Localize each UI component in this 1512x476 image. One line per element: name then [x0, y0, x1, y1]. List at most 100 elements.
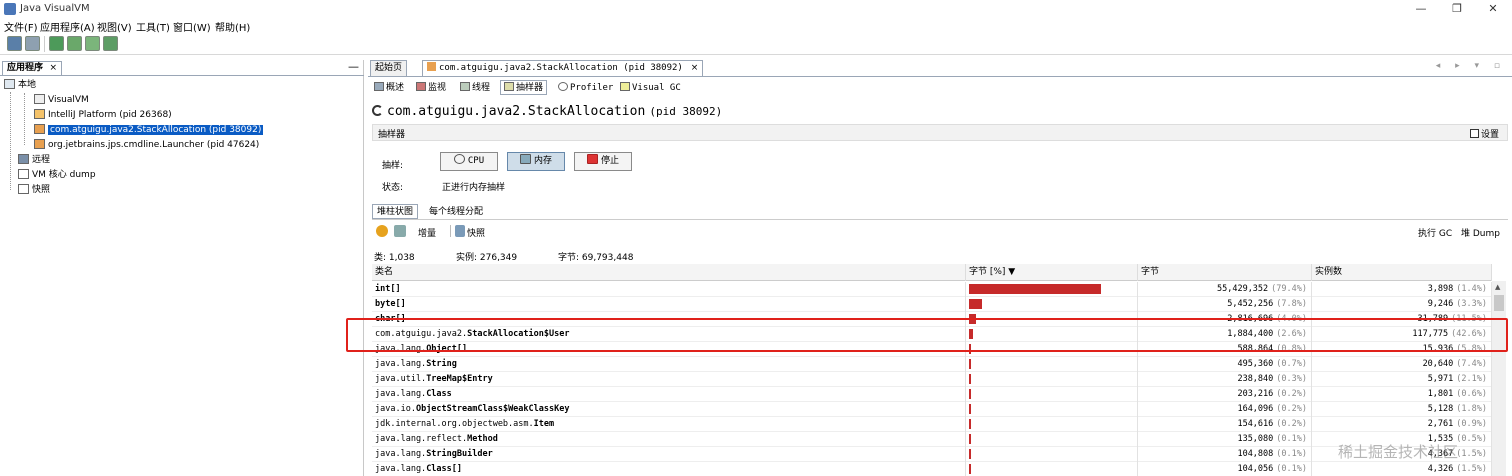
settings-checkbox[interactable]: 设置: [1469, 127, 1499, 140]
bytes-value: 164,096: [1237, 404, 1274, 414]
perform-gc-button[interactable]: 执行 GC: [1418, 226, 1452, 239]
instances-cell: 1,801 (0.6%): [1312, 387, 1492, 402]
overview-icon: [374, 82, 384, 91]
view-tabs-underline: [372, 219, 1508, 220]
menu-window[interactable]: 窗口(W): [173, 19, 211, 34]
visualvm-app-icon: [4, 3, 16, 15]
bytes-count: 字节: 69,793,448: [558, 253, 634, 263]
bytes-percent-value: (7.8%): [1276, 299, 1307, 309]
sampler-section-label: 抽样器: [378, 130, 406, 140]
table-row[interactable]: java.lang.String 495,360 (0.7%) 20,640 (7.4%…: [372, 357, 1492, 372]
java-app-icon: [34, 94, 45, 104]
snapshot-icon[interactable]: [455, 225, 465, 237]
table-row[interactable]: java.lang.reflect.Method 135,080 (0.1%) 1,5…: [372, 432, 1492, 447]
instances-count: 实例: 276,349: [456, 253, 518, 263]
minimize-button[interactable]: —: [1406, 1, 1436, 17]
tree-guide-line: [24, 93, 25, 145]
bytes-percent-bar-cell: [966, 402, 1138, 417]
bytes-percent-value: (0.2%): [1276, 389, 1307, 399]
instances-cell: 5,128 (1.8%): [1312, 402, 1492, 417]
bytes-percent-bar-cell: [966, 462, 1138, 476]
applications-tab[interactable]: 应用程序 ×: [2, 61, 62, 75]
table-row[interactable]: java.lang.Class 203,216 (0.2%) 1,801 (0.6%): [372, 387, 1492, 402]
delta-toggle[interactable]: 增量: [418, 226, 436, 239]
table-row[interactable]: java.lang.Class[] 104,056 (0.1%) 4,326 (1.5%…: [372, 462, 1492, 476]
tab-navigation-arrows[interactable]: ◂ ▸ ▾ ▫: [1436, 61, 1506, 71]
menu-tools[interactable]: 工具(T): [136, 19, 170, 34]
table-row[interactable]: java.lang.StringBuilder 104,808 (0.1%) 4,36…: [372, 447, 1492, 462]
tree-item-vm-coredump[interactable]: VM 核心 dump: [18, 168, 96, 182]
column-class-name[interactable]: 类名: [372, 264, 966, 281]
close-tab-icon[interactable]: ×: [691, 63, 699, 73]
restore-button[interactable]: ❐: [1442, 1, 1472, 17]
tree-item-stackallocation[interactable]: com.atguigu.java2.StackAllocation (pid 3…: [34, 123, 264, 137]
refresh-icon[interactable]: [394, 225, 406, 237]
stop-icon: [586, 154, 598, 164]
classes-count: 类: 1,038: [374, 253, 415, 263]
load-snapshot-icon[interactable]: [7, 36, 22, 51]
class-name-cell: java.lang.Class: [372, 387, 966, 402]
tab-heap-histogram[interactable]: 堆柱状图: [372, 204, 419, 219]
bytes-cell: 104,056 (0.1%): [1138, 462, 1312, 476]
tab-overview[interactable]: 概述: [370, 80, 408, 95]
cpu-sample-button[interactable]: CPU: [440, 152, 498, 171]
close-tab-icon[interactable]: ×: [49, 62, 57, 74]
tab-sampler[interactable]: 抽样器: [500, 80, 548, 95]
table-header: 类名 字节 [%] ▼ 字节 实例数: [372, 264, 1492, 281]
tab-visual-gc[interactable]: Visual GC: [616, 80, 685, 95]
bytes-percent-value: (0.1%): [1276, 434, 1307, 444]
close-window-button[interactable]: ✕: [1478, 1, 1508, 17]
column-bytes[interactable]: 字节: [1138, 264, 1312, 281]
tab-per-thread-allocations[interactable]: 每个线程分配: [424, 204, 488, 219]
tree-item-intellij[interactable]: IntelliJ Platform (pid 26368): [34, 108, 172, 122]
add-coredump-icon[interactable]: [85, 36, 100, 51]
memory-sample-button[interactable]: 内存: [507, 152, 565, 171]
tree-item-snapshots[interactable]: 快照: [18, 183, 50, 197]
table-scrollbar[interactable]: ▲: [1492, 281, 1506, 476]
column-instances[interactable]: 实例数: [1312, 264, 1492, 281]
instances-percent-value: (7.4%): [1456, 359, 1487, 369]
add-remote-host-icon[interactable]: [67, 36, 82, 51]
scrollbar-thumb[interactable]: [1494, 295, 1504, 311]
snapshot-icon: [18, 184, 29, 194]
tab-profiler[interactable]: Profiler: [554, 80, 617, 95]
column-bytes-percent[interactable]: 字节 [%] ▼: [966, 264, 1138, 281]
add-jmx-connection-icon[interactable]: [49, 36, 64, 51]
tab-start-page[interactable]: 起始页: [370, 60, 408, 76]
menu-file[interactable]: 文件(F): [4, 19, 38, 34]
menu-view[interactable]: 视图(V): [97, 19, 132, 34]
instances-percent-value: (2.1%): [1456, 374, 1487, 384]
menu-application[interactable]: 应用程序(A): [40, 19, 95, 34]
table-row[interactable]: jdk.internal.org.objectweb.asm.Item 154,6…: [372, 417, 1492, 432]
bytes-percent-bar-cell: [966, 447, 1138, 462]
bytes-percent-bar-cell: [966, 372, 1138, 387]
tab-monitor[interactable]: 监视: [412, 80, 450, 95]
tab-stackallocation-process[interactable]: com.atguigu.java2.StackAllocation (pid 3…: [422, 60, 704, 76]
tab-threads[interactable]: 线程: [456, 80, 494, 95]
tree-item-visualvm[interactable]: VisualVM: [34, 93, 89, 107]
minimize-panel-icon[interactable]: —: [348, 60, 359, 73]
class-package: java.io.: [375, 404, 416, 414]
heap-dump-button[interactable]: 堆 Dump: [1461, 226, 1500, 239]
class-name-cell: java.lang.String: [372, 357, 966, 372]
pause-icon[interactable]: [376, 225, 388, 237]
save-icon[interactable]: [25, 36, 40, 51]
class-simple-name: int[]: [375, 284, 401, 294]
tree-item-remote[interactable]: 远程: [18, 153, 50, 167]
table-row[interactable]: java.util.TreeMap$Entry 238,840 (0.3%) 5,97…: [372, 372, 1492, 387]
scroll-up-icon[interactable]: ▲: [1495, 283, 1500, 291]
table-row[interactable]: java.io.ObjectStreamClass$WeakClassKey 16…: [372, 402, 1492, 417]
snapshot-button[interactable]: 快照: [467, 226, 485, 239]
table-row[interactable]: int[] 55,429,352 (79.4%) 3,898 (1.4%): [372, 282, 1492, 297]
instances-value: 5,971: [1427, 374, 1454, 384]
tree-item-local[interactable]: 本地: [4, 78, 36, 92]
add-snapshot-icon[interactable]: [103, 36, 118, 51]
toolbar-separator: [44, 36, 45, 52]
class-package: java.util.: [375, 374, 427, 384]
menu-help[interactable]: 帮助(H): [215, 19, 250, 34]
tree-item-launcher[interactable]: org.jetbrains.jps.cmdline.Launcher (pid …: [34, 138, 259, 152]
table-row[interactable]: byte[] 5,452,256 (7.8%) 9,246 (3.3%): [372, 297, 1492, 312]
tab-underline: [0, 75, 364, 76]
bytes-percent-bar-cell: [966, 432, 1138, 447]
stop-sample-button[interactable]: 停止: [574, 152, 632, 171]
